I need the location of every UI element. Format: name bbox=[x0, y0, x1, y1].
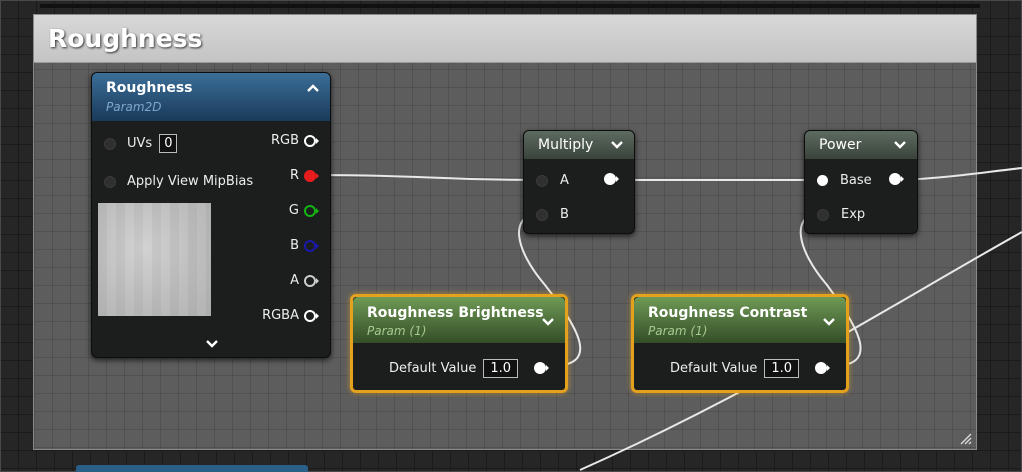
output-pin-rgba[interactable]: RGBA bbox=[262, 308, 320, 323]
power-node-header[interactable]: Power bbox=[805, 131, 917, 159]
texture-node-subtitle: Param2D bbox=[106, 100, 162, 114]
rgba-label: RGBA bbox=[262, 308, 299, 323]
uvs-value[interactable]: 0 bbox=[159, 134, 178, 153]
b-label: B bbox=[290, 238, 299, 253]
multiply-node-header[interactable]: Multiply bbox=[524, 131, 634, 159]
brightness-node-header[interactable]: Roughness Brightness Param (1) bbox=[353, 297, 565, 343]
output-pin-g[interactable]: G bbox=[289, 203, 320, 218]
brightness-param-node[interactable]: Roughness Brightness Param (1) Default V… bbox=[350, 294, 568, 393]
multiply-a-pin-icon[interactable] bbox=[536, 174, 548, 187]
uvs-pin-icon[interactable] bbox=[104, 137, 116, 150]
graph-top-bar bbox=[40, 4, 980, 8]
chevron-down-icon[interactable] bbox=[205, 339, 219, 349]
resize-grip-icon[interactable] bbox=[958, 431, 972, 445]
g-pin-icon[interactable] bbox=[304, 204, 320, 218]
multiply-node[interactable]: Multiply A B bbox=[523, 130, 635, 234]
output-pin-r[interactable]: R bbox=[290, 168, 320, 183]
input-pin-uvs[interactable]: UVs 0 bbox=[104, 134, 178, 153]
mipbias-label: Apply View MipBias bbox=[127, 174, 254, 189]
multiply-node-title: Multiply bbox=[538, 137, 594, 153]
a-pin-icon[interactable] bbox=[304, 274, 320, 288]
texture-param-node[interactable]: Roughness Param2D UVs 0 Apply View MipBi… bbox=[91, 72, 331, 358]
brightness-default-value-row: Default Value 1.0 bbox=[389, 359, 519, 378]
brightness-output-pin-icon[interactable] bbox=[534, 361, 550, 375]
contrast-default-value-row: Default Value 1.0 bbox=[670, 359, 800, 378]
multiply-output-pin-icon[interactable] bbox=[604, 172, 620, 186]
output-pin-b[interactable]: B bbox=[290, 238, 320, 253]
texture-preview bbox=[98, 203, 211, 316]
output-pin-rgb[interactable]: RGB bbox=[271, 133, 320, 148]
brightness-default-label: Default Value bbox=[389, 361, 477, 376]
input-pin-mipbias[interactable]: Apply View MipBias bbox=[104, 174, 253, 189]
power-base-label: Base bbox=[840, 173, 872, 188]
power-node[interactable]: Power Base Exp bbox=[804, 130, 918, 234]
power-input-exp[interactable]: Exp bbox=[817, 207, 865, 222]
brightness-node-title: Roughness Brightness bbox=[367, 305, 544, 321]
power-node-title: Power bbox=[819, 137, 862, 153]
multiply-a-label: A bbox=[560, 173, 569, 188]
b-pin-icon[interactable] bbox=[304, 239, 320, 253]
power-exp-label: Exp bbox=[841, 207, 866, 222]
chevron-down-icon[interactable] bbox=[541, 317, 555, 327]
g-label: G bbox=[288, 203, 299, 218]
power-input-base[interactable]: Base bbox=[817, 173, 872, 188]
rgb-label: RGB bbox=[270, 133, 299, 148]
multiply-input-a[interactable]: A bbox=[536, 173, 569, 188]
texture-node-title: Roughness bbox=[106, 80, 193, 96]
r-pin-icon[interactable] bbox=[304, 169, 320, 183]
power-exp-pin-icon[interactable] bbox=[817, 208, 829, 221]
brightness-default-value[interactable]: 1.0 bbox=[483, 359, 519, 378]
power-base-pin-icon[interactable] bbox=[817, 175, 828, 186]
texture-node-header[interactable]: Roughness Param2D bbox=[92, 73, 330, 121]
contrast-node-title: Roughness Contrast bbox=[648, 305, 808, 321]
contrast-param-node[interactable]: Roughness Contrast Param (1) Default Val… bbox=[631, 294, 849, 393]
rgb-pin-icon[interactable] bbox=[304, 134, 320, 148]
contrast-node-header[interactable]: Roughness Contrast Param (1) bbox=[634, 297, 846, 343]
output-pin-a[interactable]: A bbox=[290, 273, 320, 288]
contrast-default-value[interactable]: 1.0 bbox=[764, 359, 800, 378]
comment-header[interactable]: Roughness bbox=[34, 15, 976, 63]
a-label: A bbox=[290, 273, 299, 288]
comment-title: Roughness bbox=[48, 24, 203, 53]
offscreen-node-header[interactable] bbox=[76, 465, 308, 472]
mipbias-pin-icon[interactable] bbox=[104, 175, 116, 188]
chevron-down-icon[interactable] bbox=[822, 317, 836, 327]
rgba-pin-icon[interactable] bbox=[304, 309, 320, 323]
multiply-b-label: B bbox=[560, 207, 569, 222]
multiply-b-pin-icon[interactable] bbox=[536, 208, 548, 221]
contrast-default-label: Default Value bbox=[670, 361, 758, 376]
multiply-input-b[interactable]: B bbox=[536, 207, 569, 222]
chevron-down-icon[interactable] bbox=[893, 140, 907, 150]
chevron-down-icon[interactable] bbox=[610, 140, 624, 150]
r-label: R bbox=[289, 168, 299, 183]
power-output-pin-icon[interactable] bbox=[889, 172, 905, 186]
brightness-node-subtitle: Param (1) bbox=[367, 324, 427, 338]
uvs-label: UVs bbox=[127, 136, 153, 151]
contrast-output-pin-icon[interactable] bbox=[815, 361, 831, 375]
chevron-up-icon[interactable] bbox=[306, 83, 320, 93]
contrast-node-subtitle: Param (1) bbox=[648, 324, 708, 338]
